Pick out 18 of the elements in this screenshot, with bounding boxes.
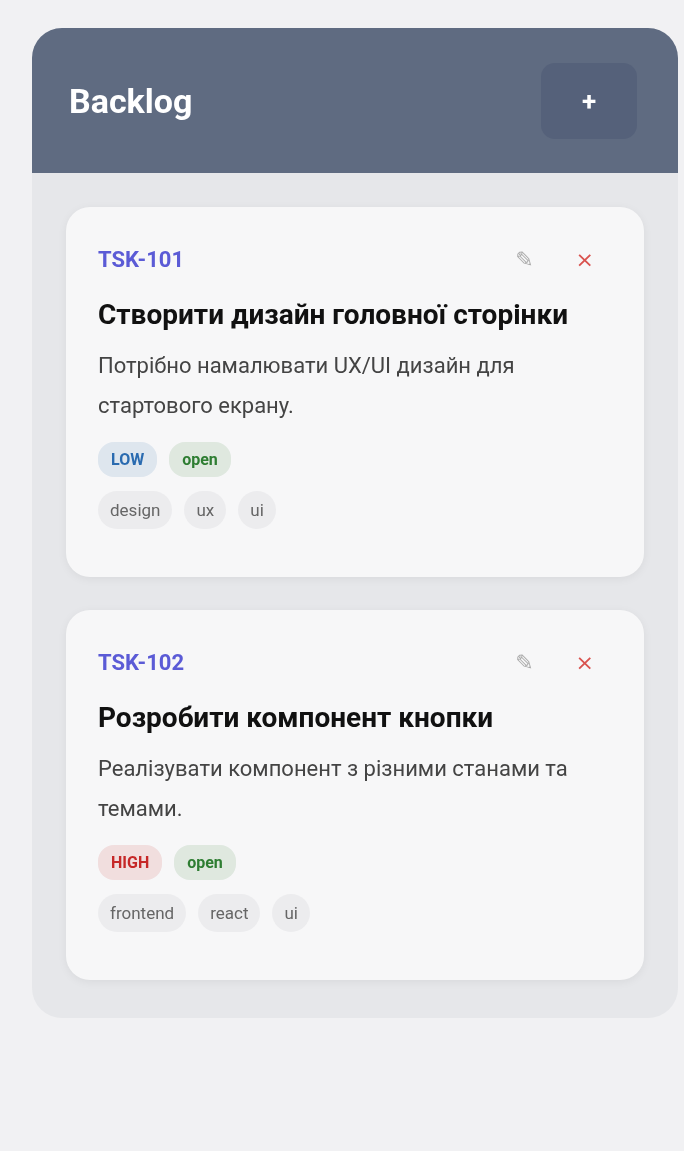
tag: react — [198, 894, 261, 932]
tag: design — [98, 491, 173, 529]
priority-badge: HIGH — [98, 845, 163, 880]
task-description: Потрібно намалювати UX/UI дизайн для стартового екрану. — [98, 352, 516, 420]
status-badge: open — [174, 845, 236, 880]
priority-badge: LOW — [98, 442, 158, 477]
add-button[interactable]: + — [541, 62, 637, 139]
tag: ux — [184, 491, 227, 529]
column-title: Backlog — [69, 80, 193, 121]
status-badge: open — [169, 442, 231, 477]
task-id: TSK-101 — [98, 247, 186, 272]
task-id: TSK-102 — [98, 650, 186, 675]
tag: ui — [238, 491, 276, 529]
tag: frontend — [98, 894, 187, 932]
tag: ui — [272, 894, 310, 932]
task-description: Реалізувати компонент з різними станами та темами. — [98, 755, 569, 823]
task-title: Створити дизайн головної сторінки — [98, 297, 569, 333]
task-title: Розробити компонент кнопки — [98, 700, 495, 736]
